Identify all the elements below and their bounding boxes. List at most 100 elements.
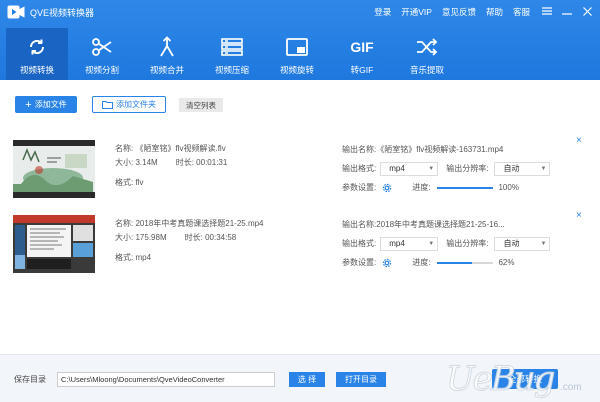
output-name-label: 输出名称: [342, 145, 377, 154]
add-folder-button[interactable]: 添加文件夹 [92, 96, 166, 113]
progress-bar [437, 186, 494, 189]
duration-label: 时长: [184, 233, 203, 242]
progress-bar [437, 261, 494, 264]
tab-label: 音乐提取 [409, 65, 444, 75]
output-format-value: mp4 [389, 239, 405, 248]
output-resolution-label: 输出分辨率: [446, 239, 489, 248]
output-settings: 输出名称: 2018年中考真题课选择题21-25-16... 输出格式: mp4 ▼… [342, 215, 572, 272]
output-format-label: 输出格式: [342, 239, 377, 248]
svg-text:.com: .com [560, 382, 582, 393]
chevron-down-icon: ▼ [428, 165, 435, 172]
output-resolution-value: 自动 [503, 239, 520, 248]
size-label: 大小: [115, 233, 134, 242]
support-link[interactable]: 客服 [513, 6, 530, 18]
gear-icon[interactable] [382, 183, 392, 193]
gif-icon: GIF [350, 34, 373, 60]
progress-value: 100% [498, 183, 519, 192]
progress-label: 进度: [412, 258, 431, 267]
params-label: 参数设置: [342, 183, 377, 192]
output-settings: 输出名称: 《陋室铭》flv视频解读-163731.mp4 输出格式: mp4 ▼ … [342, 140, 572, 197]
watermark-logo: UeBug .com [446, 359, 582, 400]
file-name: 《陋室铭》flv视频解读.flv [135, 144, 226, 153]
file-size: 3.14M [135, 158, 158, 167]
file-info: 名称: 2018年中考真题课选择题21-25.mp4 大小: 175.98M 时长… [115, 217, 264, 265]
shuffle-icon [416, 34, 438, 60]
tab-label: 转GIF [350, 65, 374, 75]
minimize-icon[interactable] [560, 3, 574, 19]
chevron-down-icon: ▼ [540, 165, 547, 172]
tab-label: 视频压缩 [214, 65, 249, 75]
file-row: 名称: 2018年中考真题课选择题21-25.mp4 大小: 175.98M 时长… [0, 207, 600, 285]
chevron-down-icon: ▼ [540, 240, 547, 247]
action-row: + 添加文件 添加文件夹 清空列表 [0, 94, 600, 116]
vip-link[interactable]: 开通VIP [401, 6, 432, 18]
login-link[interactable]: 登录 [374, 6, 391, 18]
merge-icon [157, 34, 177, 60]
remove-file-icon[interactable]: × [576, 210, 582, 221]
app-header: QVE视频转换器 登录 开通VIP 意见反馈 帮助 客服 视频转换 视频分割 视… [0, 0, 600, 80]
plus-icon: + [25, 98, 32, 111]
chevron-down-icon: ▼ [428, 240, 435, 247]
progress-value: 62% [498, 258, 515, 267]
save-dir-label: 保存目录 [14, 375, 46, 384]
progress-fill [437, 186, 494, 189]
progress-label: 进度: [412, 183, 431, 192]
file-info: 名称: 《陋室铭》flv视频解读.flv 大小: 3.14M 时长: 00:01:… [115, 142, 227, 190]
output-name: 2018年中考真题课选择题21-25-16... [376, 220, 505, 229]
save-dir-input[interactable] [57, 372, 275, 387]
tab-video-compress[interactable]: 视频压缩 [201, 28, 263, 80]
name-label: 名称: [115, 144, 134, 153]
title-bar: QVE视频转换器 登录 开通VIP 意见反馈 帮助 客服 [0, 0, 600, 24]
open-dir-button[interactable]: 打开目录 [336, 372, 386, 387]
close-window-icon[interactable] [580, 3, 594, 19]
main-toolbar: 视频转换 视频分割 视频合并 视频压缩 视频旋转 GIF 转GIF 音乐提取 [0, 28, 461, 80]
rotate-icon [286, 34, 308, 60]
file-format: mp4 [135, 253, 152, 262]
output-name: 《陋室铭》flv视频解读-163731.mp4 [376, 145, 504, 154]
output-format-select[interactable]: mp4 ▼ [380, 161, 439, 176]
choose-dir-button[interactable]: 选 择 [289, 372, 325, 387]
progress-fill [437, 261, 473, 264]
clear-list-button[interactable]: 清空列表 [179, 98, 223, 112]
tab-to-gif[interactable]: GIF 转GIF [331, 28, 393, 80]
app-title: QVE视频转换器 [30, 8, 95, 18]
help-link[interactable]: 帮助 [486, 6, 503, 18]
file-format: flv [135, 178, 144, 187]
add-file-button[interactable]: + 添加文件 [15, 96, 77, 113]
window-controls [540, 3, 594, 19]
output-resolution-select[interactable]: 自动 ▼ [494, 161, 551, 176]
remove-file-icon[interactable]: × [576, 135, 582, 146]
tab-video-rotate[interactable]: 视频旋转 [266, 28, 328, 80]
tab-label: 视频转换 [19, 65, 54, 75]
output-resolution-label: 输出分辨率: [446, 164, 489, 173]
menu-icon[interactable] [540, 3, 554, 19]
app-logo-icon [7, 5, 25, 19]
format-label: 格式: [115, 178, 134, 187]
duration-label: 时长: [175, 158, 194, 167]
output-format-label: 输出格式: [342, 164, 377, 173]
sync-icon [27, 34, 47, 60]
file-duration: 00:01:31 [196, 158, 228, 167]
gear-icon[interactable] [382, 258, 392, 268]
output-format-value: mp4 [389, 164, 405, 173]
tab-video-convert[interactable]: 视频转换 [6, 28, 68, 80]
tab-music-extract[interactable]: 音乐提取 [396, 28, 458, 80]
folder-icon [102, 101, 113, 109]
tab-video-split[interactable]: 视频分割 [71, 28, 133, 80]
output-name-label: 输出名称: [342, 220, 377, 229]
output-format-select[interactable]: mp4 ▼ [380, 236, 439, 251]
tab-label: 视频分割 [84, 65, 119, 75]
top-links: 登录 开通VIP 意见反馈 帮助 客服 [374, 6, 530, 18]
file-row: 名称: 《陋室铭》flv视频解读.flv 大小: 3.14M 时长: 00:01:… [0, 132, 600, 210]
format-label: 格式: [115, 253, 134, 262]
compress-icon [221, 34, 243, 60]
tab-label: 视频合并 [149, 65, 184, 75]
add-folder-label: 添加文件夹 [116, 100, 156, 109]
feedback-link[interactable]: 意见反馈 [442, 6, 476, 18]
tab-video-merge[interactable]: 视频合并 [136, 28, 198, 80]
file-duration: 00:34:58 [205, 233, 237, 242]
svg-text:UeBug: UeBug [446, 359, 555, 399]
add-file-label: 添加文件 [34, 100, 67, 109]
file-size: 175.98M [135, 233, 167, 242]
output-resolution-select[interactable]: 自动 ▼ [494, 236, 551, 251]
